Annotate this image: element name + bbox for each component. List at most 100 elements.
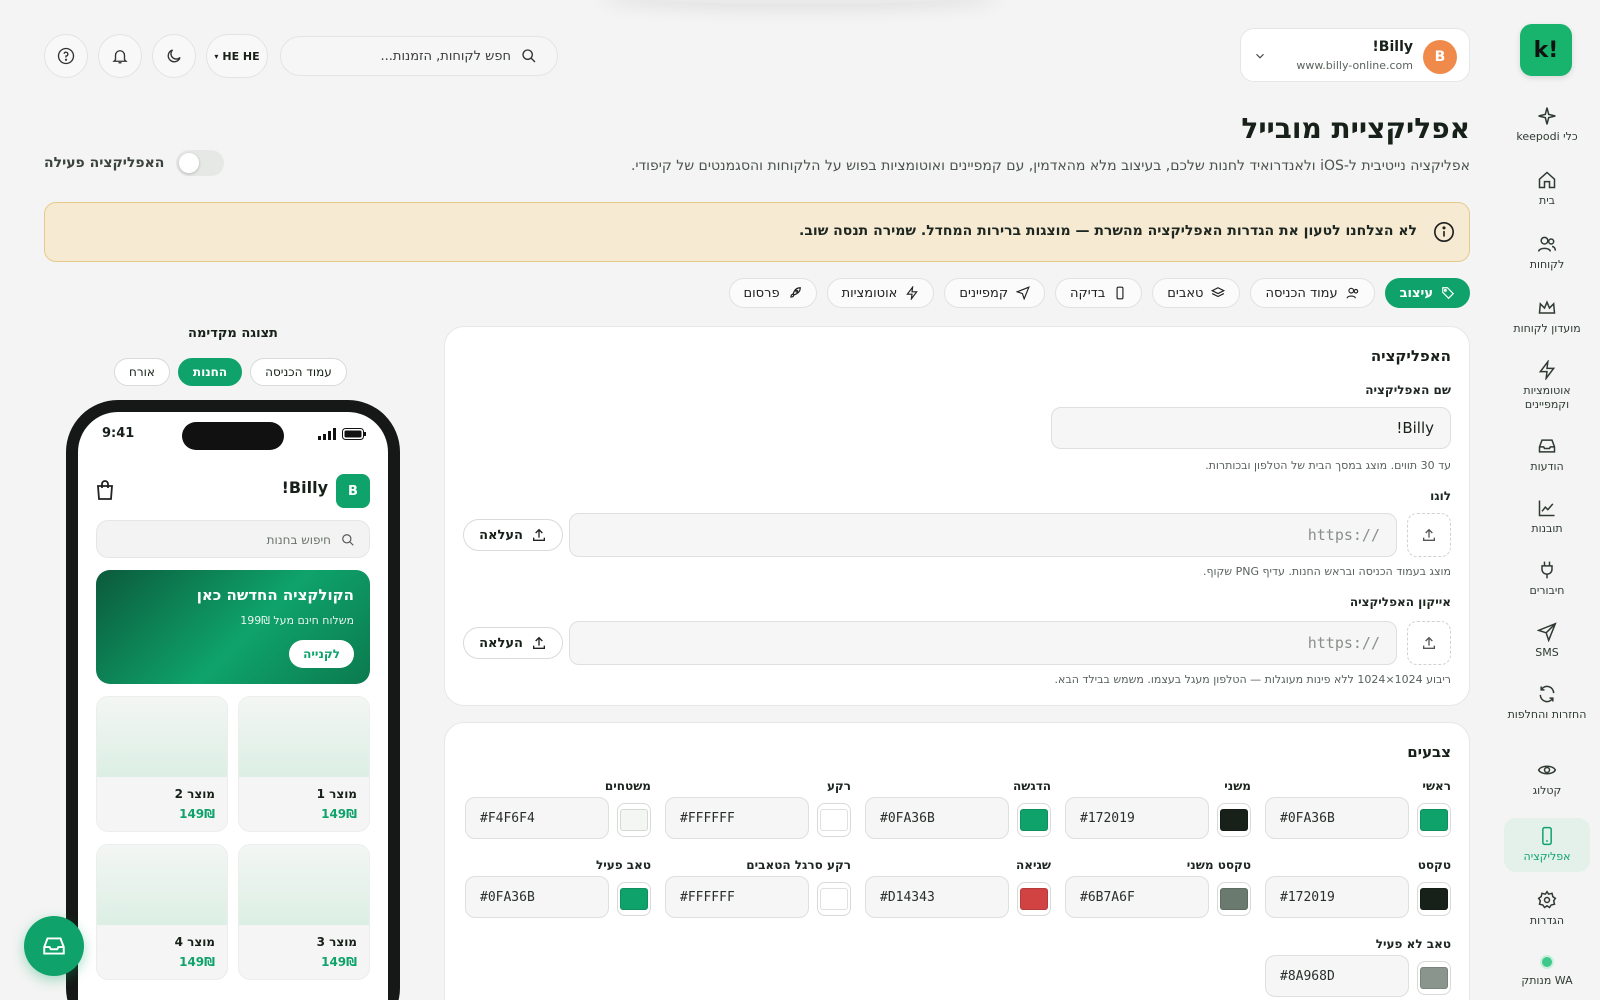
banner-cta-button[interactable]: לקנייה xyxy=(289,640,354,668)
color-label: הדגשה xyxy=(1012,779,1051,793)
layers-icon xyxy=(1211,287,1226,298)
product-card[interactable]: מוצר 3 149₪ xyxy=(238,844,370,980)
language-switcher[interactable]: ▾ HE HE xyxy=(206,34,268,78)
logo-upload-button[interactable]: העלאה xyxy=(463,519,563,551)
color-hex-input[interactable]: #0FA36B xyxy=(865,797,1009,839)
product-name: מוצר 4 xyxy=(174,935,215,949)
tab-label: עיצוב xyxy=(1399,285,1433,301)
tab-tabs[interactable]: טאבים xyxy=(1152,278,1241,308)
colors-card: צבעים ראשי #0FA36B משני #172019 הדגשה #0FA36B… xyxy=(444,722,1470,1000)
tab-campaigns[interactable]: קמפיינים xyxy=(944,278,1046,308)
sidebar-item-sms[interactable]: SMS xyxy=(1504,622,1590,660)
product-image xyxy=(239,697,369,777)
color-hex-input[interactable]: #FFFFFF xyxy=(665,876,809,918)
card-title: צבעים xyxy=(1407,743,1451,761)
color-hex-input[interactable]: #F4F6F4 xyxy=(465,797,609,839)
product-card[interactable]: מוצר 1 149₪ xyxy=(238,696,370,832)
sidebar-item-app[interactable]: אפליקציה xyxy=(1504,818,1590,872)
color-hex-input[interactable]: #172019 xyxy=(1265,876,1409,918)
sidebar-item-catalog[interactable]: קטלוג xyxy=(1504,760,1590,798)
sidebar: !k כלי keepodi בית לקוחות מועדון לקוחות … xyxy=(1490,0,1600,1000)
store-search[interactable]: חיפוש בחנות xyxy=(96,520,370,558)
color-swatch-button[interactable] xyxy=(1417,803,1451,837)
color-hex-input[interactable]: #172019 xyxy=(1065,797,1209,839)
tab-design[interactable]: עיצוב xyxy=(1384,278,1470,308)
brand-logo-text: !k xyxy=(1533,37,1559,63)
app-settings-card: האפליקציה שם האפליקציה Billy! עד 30 תווי… xyxy=(444,326,1470,706)
preview-tab-store[interactable]: החנות xyxy=(177,358,243,386)
color-hex-input[interactable]: #FFFFFF xyxy=(665,797,809,839)
sidebar-item-insights[interactable]: תובנות xyxy=(1504,498,1590,536)
theme-toggle-button[interactable] xyxy=(152,34,196,78)
app-name-input[interactable]: Billy! xyxy=(1051,407,1451,449)
tab-landing-page[interactable]: עמוד הכניסה xyxy=(1250,278,1375,308)
color-swatch-button[interactable] xyxy=(1217,882,1251,916)
color-swatch-button[interactable] xyxy=(617,882,651,916)
notifications-button[interactable] xyxy=(98,34,142,78)
sidebar-item-label: WA מנותק xyxy=(1521,974,1573,987)
color-hex-input[interactable]: #D14343 xyxy=(865,876,1009,918)
tab-publish[interactable]: פרסום xyxy=(728,278,817,308)
crown-icon xyxy=(1538,300,1556,314)
sidebar-item-loyalty-club[interactable]: מועדון לקוחות xyxy=(1504,298,1590,336)
color-hex-input[interactable]: #0FA36B xyxy=(1265,797,1409,839)
preview-tab-guest[interactable]: אורח xyxy=(114,358,170,386)
color-swatch-button[interactable] xyxy=(617,803,651,837)
color-swatch-button[interactable] xyxy=(1417,882,1451,916)
inbox-icon xyxy=(1538,439,1556,453)
shopping-bag-icon xyxy=(97,480,113,500)
color-label: רקע xyxy=(826,779,851,793)
language-label: HE HE xyxy=(222,49,260,63)
help-icon xyxy=(57,47,75,65)
app-name-label: שם האפליקציה xyxy=(1365,383,1451,397)
sidebar-item-home[interactable]: בית xyxy=(1504,170,1590,208)
alert-text: לא הצלחנו לטעון את הגדרות האפליקציה מהשר… xyxy=(799,223,1417,239)
sidebar-item-keepodi-tools[interactable]: כלי keepodi xyxy=(1504,106,1590,144)
preview-tab-landing[interactable]: עמוד הכניסה xyxy=(250,358,347,386)
color-label: טאב לא פעיל xyxy=(1375,937,1451,951)
preview-title: תצוגה מקדימה xyxy=(188,326,278,341)
color-label: ראשי xyxy=(1422,779,1451,793)
store-name: Billy! xyxy=(281,478,328,497)
logo-url-input[interactable]: https:// xyxy=(569,513,1397,557)
search-input[interactable] xyxy=(301,37,511,75)
color-hex-input[interactable]: #6B7A6F xyxy=(1065,876,1209,918)
tab-automations[interactable]: אוטומציות xyxy=(826,278,935,308)
tab-label: קמפיינים xyxy=(959,285,1009,301)
global-search xyxy=(280,36,558,76)
sidebar-item-wa-status[interactable]: WA מנותק xyxy=(1504,954,1590,988)
sidebar-item-returns[interactable]: החזרות והחלפות xyxy=(1504,684,1590,722)
inbox-fab-button[interactable] xyxy=(24,916,84,976)
product-card[interactable]: מוצר 4 149₪ xyxy=(96,844,228,980)
sidebar-item-customers[interactable]: לקוחות xyxy=(1504,234,1590,272)
color-swatch-button[interactable] xyxy=(1017,803,1051,837)
sidebar-item-integrations[interactable]: חיבורים xyxy=(1504,560,1590,598)
sidebar-item-messages[interactable]: הודעות xyxy=(1504,436,1590,474)
color-swatch-button[interactable] xyxy=(817,882,851,916)
color-hex-input[interactable]: #8A968D xyxy=(1265,955,1409,997)
sidebar-item-settings[interactable]: הגדרות xyxy=(1504,890,1590,928)
color-swatch-button[interactable] xyxy=(1417,961,1451,995)
app-icon-upload-dropzone[interactable] xyxy=(1407,621,1451,665)
preview-tabs: עמוד הכניסה החנות אורח xyxy=(114,358,347,386)
app-icon-upload-button[interactable]: העלאה xyxy=(463,627,563,659)
chevron-down-icon xyxy=(1256,53,1264,59)
app-active-toggle[interactable] xyxy=(176,150,225,176)
app-icon-url-input[interactable]: https:// xyxy=(569,621,1397,665)
bolt-icon xyxy=(906,286,919,300)
color-swatch-button[interactable] xyxy=(1217,803,1251,837)
logo-label: לוגו xyxy=(1430,489,1451,503)
logo-upload-dropzone[interactable] xyxy=(1407,513,1451,557)
color-swatch-button[interactable] xyxy=(1017,882,1051,916)
brand-logo[interactable]: !k xyxy=(1520,24,1572,76)
tab-testing[interactable]: בדיקה xyxy=(1055,278,1143,308)
color-hex-input[interactable]: #0FA36B xyxy=(465,876,609,918)
color-swatch-button[interactable] xyxy=(817,803,851,837)
product-card[interactable]: מוצר 2 149₪ xyxy=(96,696,228,832)
help-button[interactable] xyxy=(44,34,88,78)
account-switcher[interactable]: B Billy! www.billy-online.com xyxy=(1240,28,1470,82)
sidebar-item-automations[interactable]: אוטומציות וקמפיינים xyxy=(1504,360,1590,412)
page-description: אפליקציה נייטיבית ל-iOS ולאנדרואיד לחנות… xyxy=(630,158,1470,174)
send-icon xyxy=(1537,622,1557,642)
app-name-hint: עד 30 תווים. מוצג במסך הבית של הטלפון וב… xyxy=(1205,459,1451,472)
